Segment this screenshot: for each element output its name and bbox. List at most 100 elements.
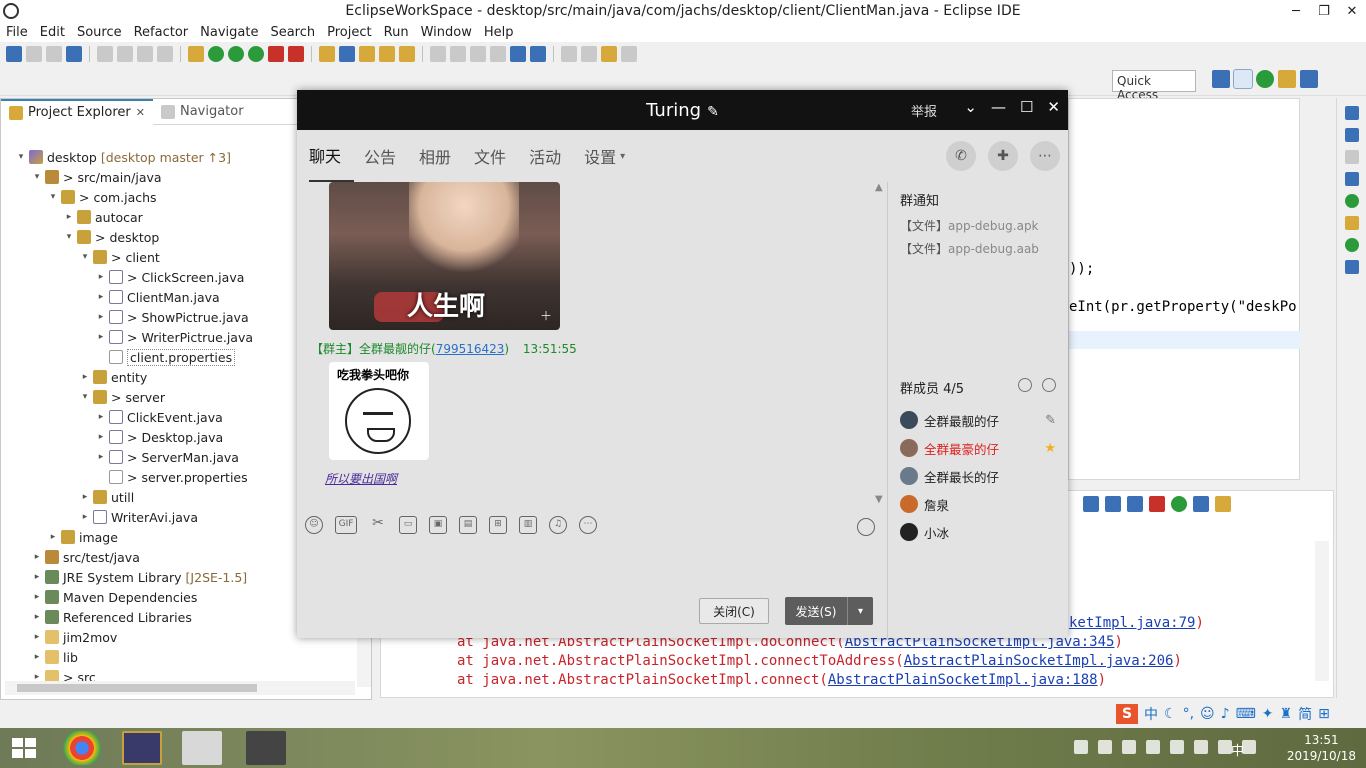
clock[interactable]: 13:51 2019/10/18 [1287,732,1356,764]
qq-tray-icon[interactable] [1074,740,1088,754]
tree-twisty-icon[interactable]: ▾ [63,232,75,242]
more-tools-icon[interactable]: ⋯ [579,516,597,534]
new-package-icon[interactable] [339,46,355,62]
close-icon[interactable]: ✕ [1047,98,1060,116]
member-item[interactable]: 全群最长的仔 [900,462,1060,490]
tree-twisty-icon[interactable]: ▸ [31,652,43,662]
document-icon[interactable]: ▥ [519,516,537,534]
clock-history-icon[interactable] [857,518,875,536]
tree-twisty-icon[interactable]: ▸ [31,572,43,582]
sticker-image[interactable]: 吃我拳头吧你 [329,362,429,460]
explorer-horizontal-scrollbar[interactable] [5,681,355,695]
tab-navigator[interactable]: Navigator [153,99,252,125]
save-icon[interactable] [26,46,42,62]
tree-twisty-icon[interactable]: ▾ [47,192,59,202]
external-tools-icon[interactable] [248,46,264,62]
tab-project-explorer[interactable]: Project Explorer ✕ [1,98,153,125]
tree-twisty-icon[interactable]: ▸ [31,612,43,622]
tree-twisty-icon[interactable]: ▾ [79,392,91,402]
tree-twisty-icon[interactable]: ▸ [79,512,91,522]
folder-icon[interactable]: ▭ [399,516,417,534]
open-folder-icon[interactable] [379,46,395,62]
restore-icon[interactable] [1344,150,1359,164]
qq-chat-app-icon[interactable] [182,731,222,765]
java-perspective-icon[interactable] [1278,70,1296,88]
tree-twisty-icon[interactable]: ▸ [31,552,43,562]
menu-navigate[interactable]: Navigate [194,25,264,40]
close-button[interactable]: ✕ [1338,0,1366,22]
show-whitespace-icon[interactable] [490,46,506,62]
menu-file[interactable]: File [0,25,34,40]
menu-project[interactable]: Project [321,25,377,40]
scroll-up-icon[interactable]: ▲ [875,182,883,193]
tree-twisty-icon[interactable]: ▸ [31,632,43,642]
network-drive-icon[interactable] [1122,740,1136,754]
terminate-icon[interactable] [157,46,173,62]
portrait-app-icon[interactable] [246,731,286,765]
notice-file[interactable]: 【文件】app-debug.apk [900,217,1060,234]
tree-twisty-icon[interactable]: ▾ [15,152,27,162]
maximize-icon[interactable]: ☐ [1020,98,1033,116]
add-sticker-icon[interactable]: ＋ [540,307,552,324]
tree-item[interactable]: ▸ lib [1,647,359,667]
menu-refactor[interactable]: Refactor [128,25,195,40]
scissors-icon[interactable]: ✂ [369,516,387,534]
quick-access-field[interactable]: Quick Access [1112,70,1196,102]
flag-icon[interactable] [1170,740,1184,754]
task-list-icon[interactable] [1344,128,1359,142]
battery-icon[interactable] [1242,740,1256,754]
markers-icon[interactable] [1344,172,1359,186]
console-action-icon[interactable] [1193,496,1209,512]
tab-album[interactable]: 相册 [419,130,464,182]
stack-link[interactable]: ketImpl.java:79 [1069,615,1195,631]
tree-twisty-icon[interactable]: ▸ [95,272,107,282]
console-action-icon[interactable] [1215,496,1231,512]
open-perspective-icon[interactable] [1212,70,1230,88]
resume-icon[interactable] [117,46,133,62]
message-area[interactable]: 人生啊 ＋ 【群主】全群最靓的仔(799516423) 13:51:55 吃我拳… [297,182,887,508]
ime-mode[interactable]: 中 [1144,704,1158,724]
tab-announcement[interactable]: 公告 [364,130,409,182]
tree-twisty-icon[interactable]: ▸ [95,452,107,462]
code-editor[interactable]: )); eInt(pr.getProperty("deskPo [1068,98,1301,480]
bell-icon[interactable]: ♫ [549,516,567,534]
message-link[interactable]: 所以要出国啊 [325,470,397,487]
member-item[interactable]: 全群最靓的仔 ✎ [900,406,1060,434]
close-tab-icon[interactable]: ✕ [136,106,145,119]
chevron-down-icon[interactable]: ▾ [847,597,873,625]
tab-files[interactable]: 文件 [474,130,519,182]
menu-run[interactable]: Run [378,25,415,40]
new-icon[interactable] [6,46,22,62]
close-chat-button[interactable]: 关闭(C) [699,598,769,624]
member-item[interactable]: 小冰 [900,518,1060,546]
ime-indicator[interactable]: 中 [1231,740,1244,759]
add-chat-icon[interactable]: ✚ [988,141,1018,171]
globe-icon[interactable] [510,46,526,62]
tree-twisty-icon[interactable]: ▸ [63,212,75,222]
console-action-icon[interactable] [1171,496,1187,512]
scroll-thumb[interactable] [17,684,257,692]
tree-twisty-icon[interactable]: ▸ [95,312,107,322]
signal-icon[interactable] [1194,740,1208,754]
gift-icon[interactable]: ⊞ [489,516,507,534]
outline-icon[interactable] [1344,106,1359,120]
sticker-image[interactable]: 人生啊 ＋ [329,182,560,330]
debug-icon[interactable] [188,46,204,62]
emoji-icon[interactable]: ☺ [305,516,323,534]
traditional-icon[interactable]: 简 [1298,704,1312,724]
member-item[interactable]: 全群最豪的仔 ★ [900,434,1060,462]
console-action-icon[interactable] [1105,496,1121,512]
debug-perspective-icon[interactable] [1256,70,1274,88]
skip-breakpoints-icon[interactable] [97,46,113,62]
tree-twisty-icon[interactable]: ▸ [95,292,107,302]
search-icon[interactable] [1042,378,1056,392]
prev-annotation-icon[interactable] [581,46,597,62]
tab-chat[interactable]: 聊天 [309,130,355,182]
server-icon[interactable] [288,46,304,62]
stack-link[interactable]: AbstractPlainSocketImpl.java:206 [904,653,1174,669]
annotation-icon[interactable] [430,46,446,62]
gif-icon[interactable]: GIF [335,516,357,534]
volume-icon[interactable] [1218,740,1232,754]
windows-start-icon[interactable] [12,738,36,758]
tree-twisty-icon[interactable]: ▸ [79,372,91,382]
